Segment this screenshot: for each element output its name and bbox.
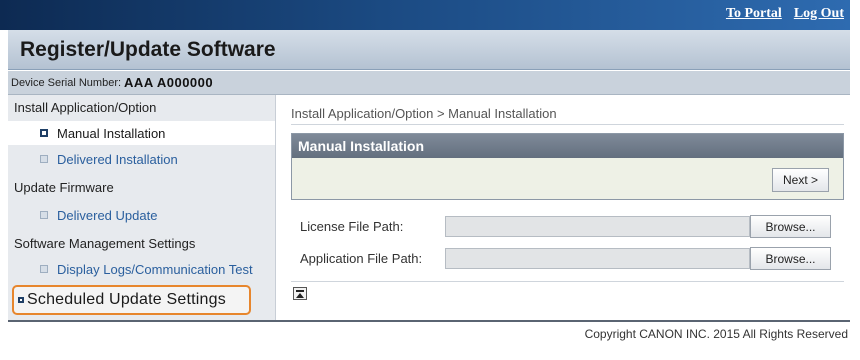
bullet-icon: [18, 297, 24, 303]
sidebar-item-scheduled-update-settings[interactable]: Scheduled Update Settings: [12, 285, 251, 315]
sidebar-item-delivered-update[interactable]: Delivered Update: [8, 203, 275, 227]
application-file-path-label: Application File Path:: [300, 251, 423, 266]
top-bar: To Portal Log Out: [0, 0, 850, 30]
page-top-icon[interactable]: [293, 287, 307, 300]
copyright-text: Copyright CANON INC. 2015 All Rights Res…: [584, 327, 848, 341]
next-button[interactable]: Next >: [772, 168, 829, 192]
bullet-icon: [40, 129, 48, 137]
application-file-path-field[interactable]: [445, 248, 750, 269]
sidebar-section-software-management-settings[interactable]: Software Management Settings: [14, 236, 195, 251]
license-file-path-label: License File Path:: [300, 219, 404, 234]
footer-divider: [8, 320, 850, 322]
bullet-icon: [40, 265, 48, 273]
sidebar-item-display-logs-communication-test[interactable]: Display Logs/Communication Test: [8, 257, 275, 281]
sidebar-item-delivered-installation[interactable]: Delivered Installation: [8, 147, 275, 171]
top-links: To Portal Log Out: [726, 6, 844, 22]
sidebar: Install Application/Option Manual Instal…: [8, 95, 276, 320]
bullet-icon: [40, 211, 48, 219]
sidebar-item-label: Delivered Update: [57, 207, 158, 223]
bullet-icon: [40, 155, 48, 163]
sidebar-section-update-firmware[interactable]: Update Firmware: [14, 180, 114, 195]
serial-value: AAA A000000: [124, 75, 214, 90]
log-out-link[interactable]: Log Out: [794, 6, 844, 22]
title-bar: Register/Update Software: [8, 30, 850, 70]
serial-label: Device Serial Number:: [11, 76, 122, 89]
page-top-bar: [296, 290, 304, 292]
page-top-arrow: [296, 293, 304, 298]
to-portal-link[interactable]: To Portal: [726, 6, 782, 22]
device-serial-bar: Device Serial Number: AAA A000000: [8, 71, 850, 95]
breadcrumb: Install Application/Option > Manual Inst…: [291, 106, 557, 121]
panel-title: Manual Installation: [292, 134, 843, 158]
sidebar-item-label: Delivered Installation: [57, 151, 178, 167]
manual-installation-panel: Manual Installation Next >: [291, 133, 844, 200]
sidebar-item-label: Scheduled Update Settings: [27, 291, 226, 308]
divider: [291, 281, 844, 282]
application-browse-button[interactable]: Browse...: [750, 247, 831, 270]
sidebar-item-label: Display Logs/Communication Test: [57, 261, 253, 277]
license-browse-button[interactable]: Browse...: [750, 215, 831, 238]
page-title: Register/Update Software: [20, 38, 276, 61]
sidebar-item-label: Manual Installation: [57, 125, 166, 141]
divider: [291, 124, 844, 125]
license-file-path-field[interactable]: [445, 216, 750, 237]
sidebar-section-install-application-option[interactable]: Install Application/Option: [14, 100, 156, 115]
sidebar-item-manual-installation[interactable]: Manual Installation: [8, 121, 275, 145]
